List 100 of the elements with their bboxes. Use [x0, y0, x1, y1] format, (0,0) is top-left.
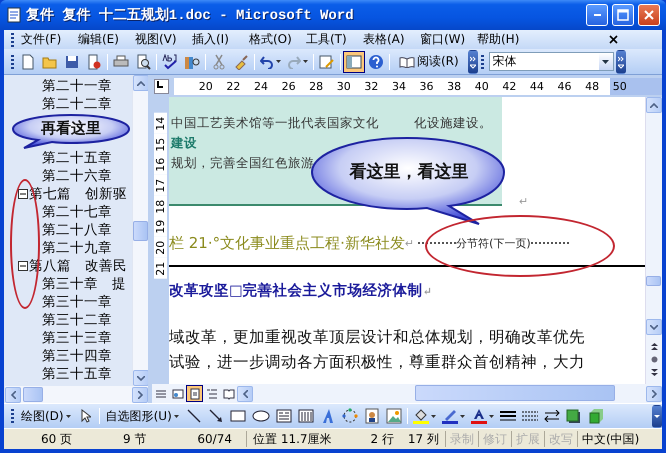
- ruler-number: 17: [154, 175, 167, 196]
- menu-item[interactable]: 视图(V): [131, 30, 188, 48]
- help-icon: [368, 54, 384, 70]
- document-map-item[interactable]: 第三十三章: [42, 329, 112, 347]
- tab-stop-icon: [155, 80, 164, 88]
- letter-a-icon: [470, 408, 487, 424]
- arrow-icon: [208, 409, 223, 423]
- ruler-number: 28: [308, 80, 324, 92]
- menu-item[interactable]: 插入(I): [188, 30, 245, 48]
- callout-text: 再看这里: [41, 118, 101, 138]
- menu-item[interactable]: 文件(F): [17, 30, 74, 48]
- folder-icon: [42, 54, 58, 68]
- arrows-icon: [544, 410, 560, 422]
- document-map-item[interactable]: 第三十四章: [42, 347, 112, 365]
- menu-item[interactable]: 工具(T): [302, 30, 359, 48]
- ruler-number: 38: [446, 80, 462, 92]
- scrollbar-thumb[interactable]: [23, 387, 43, 402]
- scissors-icon: [212, 54, 226, 70]
- document-map-item[interactable]: 第二十二章: [42, 95, 112, 113]
- collapse-box-icon[interactable]: [18, 261, 28, 271]
- ruler-number: 20: [154, 237, 167, 258]
- draw-menu-button[interactable]: 绘图(D): [17, 405, 75, 427]
- toolbar-options-button[interactable]: [468, 50, 478, 74]
- menu-item[interactable]: 窗口(W): [416, 30, 473, 48]
- oval-icon: [252, 410, 270, 422]
- menu-item[interactable]: 格式(O): [245, 30, 302, 48]
- caret-icon: [430, 414, 436, 418]
- autoshapes-menu-button[interactable]: 自选图形(U): [102, 405, 183, 427]
- scroll-left-button[interactable]: [237, 386, 253, 402]
- lines-icon: [154, 388, 166, 400]
- printer-icon: [113, 54, 129, 68]
- outline-icon: [206, 388, 218, 400]
- ruler-number: 34: [390, 80, 407, 92]
- scroll-up-button[interactable]: [132, 75, 148, 91]
- column-number: 17 列: [408, 430, 439, 448]
- page-icon: [188, 388, 200, 400]
- menu-item[interactable]: 编辑(E): [74, 30, 131, 48]
- scrollbar-thumb[interactable]: [646, 276, 661, 286]
- open-book-icon: [399, 56, 415, 68]
- line-style-icon: [500, 410, 516, 422]
- ruler-margin: [610, 78, 662, 94]
- close-button[interactable]: [638, 4, 660, 26]
- document-map-item[interactable]: 第二十九章: [42, 239, 112, 257]
- scroll-down-button[interactable]: [132, 370, 148, 386]
- section-break: 分节符(下一页): [418, 236, 569, 250]
- chevron-icon: [470, 54, 476, 68]
- ruler-number: 18: [154, 196, 167, 216]
- print-view-button[interactable]: [186, 385, 203, 402]
- vertical-text-box-icon: [298, 409, 314, 423]
- scrollbar-thumb[interactable]: [415, 385, 615, 401]
- document-lock-icon: [87, 54, 101, 70]
- paragraph-mark: ↵: [404, 236, 414, 250]
- pointer-icon: [80, 409, 91, 423]
- document-map-item[interactable]: 第三十章 提: [42, 275, 126, 293]
- scroll-right-button[interactable]: [132, 386, 148, 402]
- line-number: 2 行: [370, 430, 394, 448]
- maximize-icon: [617, 9, 629, 21]
- scroll-up-button[interactable]: [646, 97, 662, 113]
- paragraph-mark: ↵: [422, 285, 432, 298]
- ruler-number: 15: [154, 134, 167, 154]
- document-map-item[interactable]: 第三十五章: [42, 365, 112, 383]
- document-map-item[interactable]: 第三十一章: [42, 293, 112, 311]
- globe-page-icon: [172, 388, 184, 400]
- tab-stop-selector[interactable]: [154, 78, 169, 94]
- blank-page-icon: [21, 54, 35, 70]
- double-down-arrow-icon: [650, 369, 658, 376]
- caret-icon: [66, 414, 71, 418]
- ruler-number: 21: [154, 258, 167, 278]
- scroll-left-button[interactable]: [5, 386, 21, 402]
- caret-icon: [276, 60, 281, 63]
- ruler-number: 16: [154, 154, 167, 176]
- minimize-button[interactable]: [586, 4, 608, 26]
- cursor-position: 位置 11.7厘米: [253, 430, 332, 448]
- ruler-number: 40: [474, 80, 490, 92]
- clip-art-icon: [364, 408, 379, 424]
- document-map-item[interactable]: 第二十八章: [42, 221, 112, 239]
- body-text: 规划，完善全国红色旅游: [171, 155, 314, 170]
- scrollbar-thumb[interactable]: [133, 220, 148, 240]
- toolbar-options-button[interactable]: [616, 50, 626, 74]
- ruler-number: 42: [501, 80, 518, 92]
- toolbar-options-button[interactable]: [652, 404, 662, 428]
- menu-item[interactable]: 表格(A): [359, 30, 416, 48]
- rectangle-icon: [230, 410, 246, 422]
- read-button[interactable]: 阅读(R): [392, 50, 466, 72]
- ruler-number: 20: [198, 80, 214, 92]
- menu-item[interactable]: 帮助(H): [473, 30, 530, 48]
- document-map-item[interactable]: 第二十五章: [42, 149, 112, 167]
- document-map-icon: [346, 54, 362, 68]
- page-count: 60/74: [197, 432, 232, 446]
- ruler-number: 50: [612, 80, 628, 92]
- scroll-right-button[interactable]: [646, 386, 662, 402]
- caret-icon: [488, 414, 494, 418]
- maximize-button[interactable]: [612, 4, 634, 26]
- document-map-item[interactable]: 第二十一章: [42, 77, 112, 95]
- document-map-item[interactable]: 第二十七章: [42, 203, 112, 221]
- document-map-item[interactable]: 第三十二章: [42, 311, 112, 329]
- document-map-item[interactable]: 第二十六章: [42, 167, 112, 185]
- document-map-button[interactable]: [343, 50, 365, 72]
- scroll-down-button[interactable]: [646, 319, 662, 335]
- collapse-box-icon[interactable]: [18, 189, 28, 199]
